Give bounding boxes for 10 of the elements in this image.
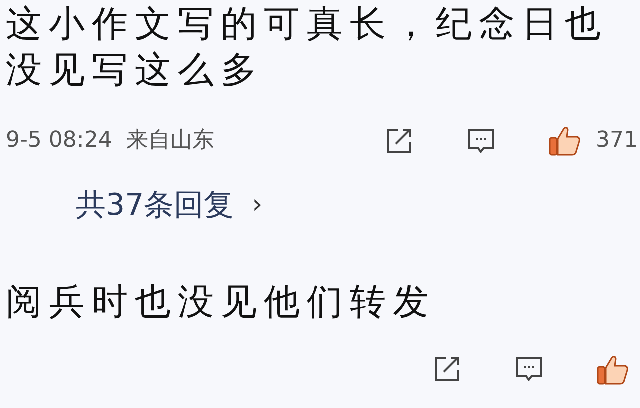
comment-text: 这小作文写的可真长，纪念日也没见写这么多: [5, 3, 609, 93]
comment-text: 阅兵时也没见他们转发: [5, 281, 437, 325]
replies-link[interactable]: 共37条回复 ›: [76, 183, 263, 228]
share-icon[interactable]: [432, 354, 462, 384]
comment-icon[interactable]: [514, 354, 544, 384]
thumbs-up-icon[interactable]: [548, 124, 582, 156]
thumbs-up-icon[interactable]: [596, 354, 630, 386]
timestamp: 9-5 08:24: [6, 127, 112, 155]
location: 来自山东: [126, 127, 214, 155]
like-count: 371: [596, 127, 638, 155]
